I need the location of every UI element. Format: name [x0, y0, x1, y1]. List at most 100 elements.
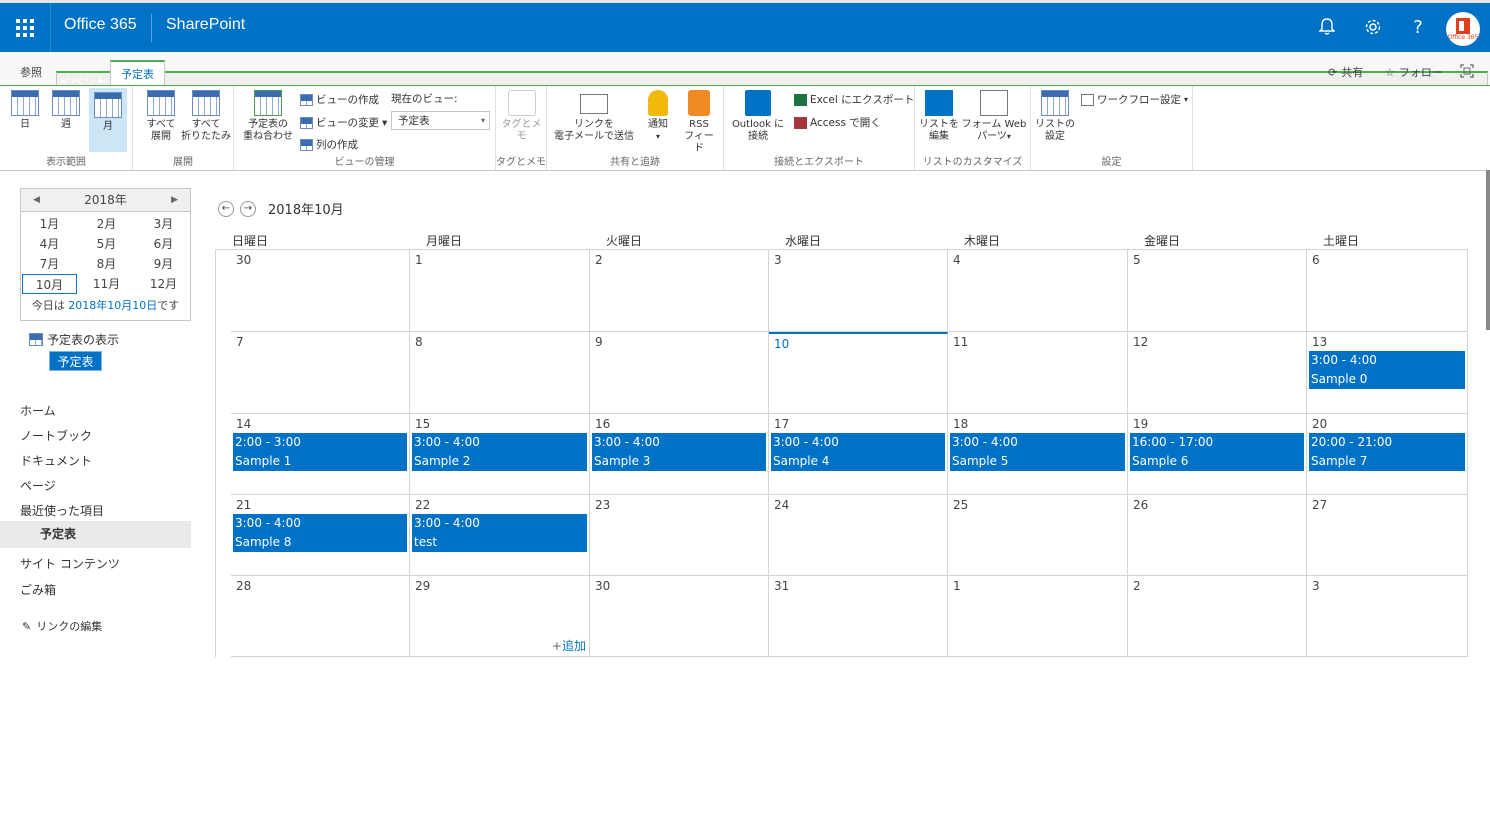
- calendar-event[interactable]: 2:00 - 3:00 Sample 1: [233, 433, 407, 471]
- email-link-button[interactable]: リンクを 電子メールで送信: [551, 90, 637, 143]
- day-cell[interactable]: 16 3:00 - 4:00 Sample 3: [590, 414, 769, 495]
- workflow-settings-button[interactable]: ワークフロー設定 ▾: [1081, 92, 1188, 107]
- day-cell[interactable]: 12: [1128, 332, 1307, 414]
- month-cell[interactable]: 5月: [78, 234, 135, 254]
- modify-view-button[interactable]: ビューの変更 ▾: [300, 115, 387, 130]
- month-cell[interactable]: 4月: [21, 234, 78, 254]
- nav-documents[interactable]: ドキュメント: [20, 452, 92, 469]
- open-access-button[interactable]: Access で開く: [794, 115, 881, 130]
- month-cell[interactable]: 11月: [78, 274, 135, 294]
- day-cell[interactable]: 8: [410, 332, 590, 414]
- calendar-event[interactable]: 3:00 - 4:00 test: [412, 514, 587, 552]
- day-cell[interactable]: 21 3:00 - 4:00 Sample 8: [231, 495, 410, 576]
- edit-links-button[interactable]: ✎ リンクの編集: [22, 618, 102, 634]
- calendar-event[interactable]: 3:00 - 4:00 Sample 2: [412, 433, 587, 471]
- day-cell[interactable]: 29 +追加: [410, 576, 590, 657]
- month-cell[interactable]: 3月: [135, 214, 192, 234]
- alert-me-button[interactable]: 通知 ▾: [641, 90, 675, 143]
- month-cell[interactable]: 8月: [78, 254, 135, 274]
- day-cell[interactable]: 7: [231, 332, 410, 414]
- week-view-button[interactable]: 週: [48, 90, 84, 131]
- nav-recent[interactable]: 最近使った項目: [20, 502, 104, 519]
- user-avatar[interactable]: Office 365: [1446, 12, 1480, 46]
- day-cell[interactable]: 15 3:00 - 4:00 Sample 2: [410, 414, 590, 495]
- day-cell[interactable]: 10: [769, 332, 948, 414]
- list-settings-button[interactable]: リストの 設定: [1035, 90, 1075, 143]
- month-cell[interactable]: 7月: [21, 254, 78, 274]
- day-cell[interactable]: 1: [948, 576, 1128, 657]
- day-view-button[interactable]: 日: [8, 90, 42, 131]
- month-cell[interactable]: 10月: [22, 274, 77, 294]
- day-cell[interactable]: 2: [590, 250, 769, 332]
- day-cell[interactable]: 27: [1307, 495, 1468, 576]
- nav-recent-calendar[interactable]: 予定表: [0, 521, 191, 548]
- month-cell[interactable]: 12月: [135, 274, 192, 294]
- day-cell[interactable]: 3: [1307, 576, 1468, 657]
- share-button[interactable]: ⟳ 共有: [1328, 64, 1363, 80]
- next-year-icon[interactable]: ▶: [171, 189, 178, 211]
- day-cell[interactable]: 30: [590, 576, 769, 657]
- day-cell[interactable]: 1: [410, 250, 590, 332]
- day-cell[interactable]: 25: [948, 495, 1128, 576]
- day-cell[interactable]: 22 3:00 - 4:00 test: [410, 495, 590, 576]
- nav-site-contents[interactable]: サイト コンテンツ: [20, 555, 120, 572]
- create-view-button[interactable]: ビューの作成: [300, 92, 379, 107]
- month-cell[interactable]: 2月: [78, 214, 135, 234]
- nav-notebook[interactable]: ノートブック: [20, 427, 92, 444]
- sharepoint-link[interactable]: SharePoint: [166, 16, 245, 34]
- day-cell[interactable]: 14 2:00 - 3:00 Sample 1: [231, 414, 410, 495]
- prev-year-icon[interactable]: ◀: [33, 189, 40, 211]
- follow-button[interactable]: ☆ フォロー: [1385, 64, 1443, 80]
- calendars-overlay-button[interactable]: 予定表の 重ね合わせ: [240, 90, 296, 143]
- today-date-link[interactable]: 2018年10月10日: [68, 299, 157, 312]
- day-cell[interactable]: 23: [590, 495, 769, 576]
- nav-home[interactable]: ホーム: [20, 402, 56, 419]
- month-cell[interactable]: 1月: [21, 214, 78, 234]
- day-cell[interactable]: 17 3:00 - 4:00 Sample 4: [769, 414, 948, 495]
- day-cell[interactable]: 31: [769, 576, 948, 657]
- export-excel-button[interactable]: Excel にエクスポート: [794, 92, 914, 107]
- day-cell[interactable]: 4: [948, 250, 1128, 332]
- tab-calendar[interactable]: 予定表: [110, 60, 165, 86]
- month-view-button[interactable]: 月: [89, 88, 127, 152]
- day-cell[interactable]: 5: [1128, 250, 1307, 332]
- calendar-event[interactable]: 20:00 - 21:00 Sample 7: [1309, 433, 1465, 471]
- current-view-select[interactable]: 予定表 ▾: [391, 111, 490, 130]
- month-cell[interactable]: 9月: [135, 254, 192, 274]
- day-cell[interactable]: 11: [948, 332, 1128, 414]
- tags-notes-button[interactable]: タグとメモ: [498, 90, 545, 143]
- month-cell[interactable]: 6月: [135, 234, 192, 254]
- calendar-event[interactable]: 3:00 - 4:00 Sample 4: [771, 433, 945, 471]
- collapse-all-button[interactable]: すべて 折りたたみ: [181, 90, 231, 143]
- day-cell[interactable]: 18 3:00 - 4:00 Sample 5: [948, 414, 1128, 495]
- rss-feed-button[interactable]: RSS フィード: [681, 90, 717, 155]
- next-month-icon[interactable]: →: [240, 200, 256, 217]
- calendar-event[interactable]: 16:00 - 17:00 Sample 6: [1130, 433, 1304, 471]
- day-cell[interactable]: 26: [1128, 495, 1307, 576]
- prev-month-icon[interactable]: ←: [218, 200, 234, 217]
- notification-bell-icon[interactable]: [1314, 14, 1340, 40]
- edit-list-button[interactable]: リストを 編集: [919, 90, 959, 143]
- day-cell[interactable]: 20 20:00 - 21:00 Sample 7: [1307, 414, 1468, 495]
- day-cell[interactable]: 3: [769, 250, 948, 332]
- form-web-parts-button[interactable]: フォーム Web パーツ▾: [961, 90, 1027, 143]
- nav-pages[interactable]: ページ: [20, 477, 56, 494]
- day-cell[interactable]: 19 16:00 - 17:00 Sample 6: [1128, 414, 1307, 495]
- connect-outlook-button[interactable]: Outlook に 接続: [728, 90, 788, 143]
- settings-gear-icon[interactable]: [1360, 14, 1386, 40]
- calendar-event[interactable]: 3:00 - 4:00 Sample 3: [592, 433, 766, 471]
- office-365-link[interactable]: Office 365: [64, 16, 137, 34]
- calendar-chip[interactable]: 予定表: [49, 351, 102, 371]
- day-cell[interactable]: 9: [590, 332, 769, 414]
- nav-recycle-bin[interactable]: ごみ箱: [20, 581, 56, 598]
- add-event-link[interactable]: +追加: [552, 637, 586, 654]
- calendar-event[interactable]: 3:00 - 4:00 Sample 5: [950, 433, 1125, 471]
- help-icon[interactable]: ?: [1405, 14, 1431, 40]
- create-column-button[interactable]: 列の作成: [300, 137, 358, 152]
- tab-browse[interactable]: 参照: [10, 60, 52, 86]
- day-cell[interactable]: 2: [1128, 576, 1307, 657]
- day-cell[interactable]: 30: [231, 250, 410, 332]
- focus-content-icon[interactable]: [1460, 64, 1474, 78]
- scrollbar[interactable]: [1486, 170, 1490, 330]
- day-cell[interactable]: 13 3:00 - 4:00 Sample 0: [1307, 332, 1468, 414]
